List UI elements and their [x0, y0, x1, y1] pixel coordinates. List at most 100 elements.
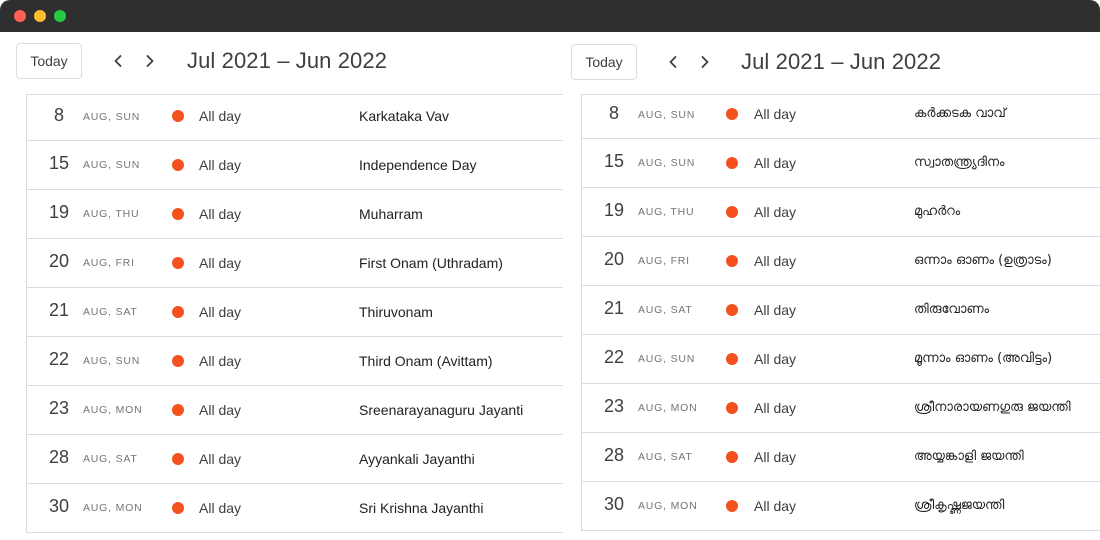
event-color-dot: [172, 404, 184, 416]
event-day-number[interactable]: 20: [596, 249, 632, 270]
event-row[interactable]: 28 AUG, SAT All day അയ്യങ്കാളി ജയന്തി: [582, 433, 1100, 482]
previous-period-button[interactable]: [661, 50, 685, 74]
chevron-left-icon: [669, 56, 677, 68]
event-month-weekday: AUG, FRI: [83, 257, 135, 269]
event-row[interactable]: 20 AUG, FRI All day First Onam (Uthradam): [27, 239, 563, 288]
event-row[interactable]: 22 AUG, SUN All day മൂന്നാം ഓണം (അവിട്ടം): [582, 335, 1100, 384]
event-row[interactable]: 23 AUG, MON All day ശ്രീനാരായണഗുരു ജയന്തി: [582, 384, 1100, 433]
chevron-left-icon: [114, 55, 122, 67]
event-row[interactable]: 15 AUG, SUN All day സ്വാതന്ത്ര്യദിനം: [582, 139, 1100, 188]
event-title[interactable]: ശ്രീനാരായണഗുരു ജയന്തി: [914, 400, 1071, 415]
event-color-dot: [726, 108, 738, 120]
event-time: All day: [199, 353, 242, 369]
event-row[interactable]: 30 AUG, MON All day Sri Krishna Jayanthi: [27, 484, 563, 533]
event-day-number[interactable]: 22: [596, 347, 632, 368]
event-month-weekday: AUG, MON: [638, 500, 698, 512]
today-button[interactable]: Today: [16, 43, 82, 79]
event-day-number[interactable]: 30: [41, 496, 77, 517]
event-row[interactable]: 22 AUG, SUN All day Third Onam (Avittam): [27, 337, 563, 386]
event-row[interactable]: 30 AUG, MON All day ശ്രീകൃഷ്ണജയന്തി: [582, 482, 1100, 531]
event-day-number[interactable]: 20: [41, 251, 77, 272]
event-day-number[interactable]: 28: [596, 445, 632, 466]
event-time: All day: [199, 157, 242, 173]
event-day-number[interactable]: 30: [596, 494, 632, 515]
event-month-weekday: AUG, SUN: [83, 159, 141, 171]
event-row[interactable]: 20 AUG, FRI All day ഒന്നാം ഓണം (ഉത്രാടം): [582, 237, 1100, 286]
next-period-button[interactable]: [693, 50, 717, 74]
event-day-number[interactable]: 23: [41, 398, 77, 419]
event-row[interactable]: 19 AUG, THU All day Muharram: [27, 190, 563, 239]
event-title[interactable]: Third Onam (Avittam): [359, 353, 493, 369]
event-day-number[interactable]: 21: [41, 300, 77, 321]
event-title[interactable]: മൂന്നാം ഓണം (അവിട്ടം): [914, 351, 1052, 366]
event-month-weekday: AUG, SUN: [638, 157, 696, 169]
event-title[interactable]: കർക്കടക വാവ്: [914, 106, 1006, 121]
event-month-weekday: AUG, THU: [638, 206, 695, 218]
event-time: All day: [199, 108, 242, 124]
next-period-button[interactable]: [138, 49, 162, 73]
event-row[interactable]: 8 AUG, SUN All day Karkataka Vav: [27, 95, 563, 141]
event-title[interactable]: മുഹർറം: [914, 204, 960, 219]
event-month-weekday: AUG, SUN: [83, 355, 141, 367]
event-row[interactable]: 21 AUG, SAT All day തിരുവോണം: [582, 286, 1100, 335]
event-title[interactable]: അയ്യങ്കാളി ജയന്തി: [914, 449, 1024, 464]
event-month-weekday: AUG, MON: [638, 402, 698, 414]
event-title[interactable]: Sreenarayanaguru Jayanti: [359, 402, 523, 418]
event-month-weekday: AUG, FRI: [638, 255, 690, 267]
event-day-number[interactable]: 22: [41, 349, 77, 370]
event-row[interactable]: 28 AUG, SAT All day Ayyankali Jayanthi: [27, 435, 563, 484]
event-color-dot: [172, 502, 184, 514]
event-title[interactable]: Karkataka Vav: [359, 108, 449, 124]
event-day-number[interactable]: 28: [41, 447, 77, 468]
event-title[interactable]: തിരുവോണം: [914, 302, 989, 317]
event-day-number[interactable]: 19: [596, 200, 632, 221]
previous-period-button[interactable]: [106, 49, 130, 73]
event-time: All day: [754, 302, 797, 318]
event-time: All day: [199, 500, 242, 516]
close-window-button[interactable]: [14, 10, 26, 22]
event-time: All day: [754, 351, 797, 367]
event-day-number[interactable]: 23: [596, 396, 632, 417]
event-color-dot: [726, 206, 738, 218]
event-row[interactable]: 23 AUG, MON All day Sreenarayanaguru Jayant…: [27, 386, 563, 435]
event-time: All day: [199, 255, 242, 271]
event-title[interactable]: സ്വാതന്ത്ര്യദിനം: [914, 155, 1004, 170]
today-button[interactable]: Today: [571, 44, 637, 80]
event-month-weekday: AUG, SUN: [83, 111, 141, 123]
event-month-weekday: AUG, MON: [83, 404, 143, 416]
event-color-dot: [726, 255, 738, 267]
event-color-dot: [726, 402, 738, 414]
event-title[interactable]: ശ്രീകൃഷ്ണജയന്തി: [914, 498, 1004, 513]
event-day-number[interactable]: 8: [41, 105, 77, 126]
date-range-title: Jul 2021 – Jun 2022: [741, 49, 942, 74]
zoom-window-button[interactable]: [54, 10, 66, 22]
event-title[interactable]: Ayyankali Jayanthi: [359, 451, 475, 467]
event-title[interactable]: Independence Day: [359, 157, 477, 173]
event-row[interactable]: 8 AUG, SUN All day കർക്കടക വാവ്: [582, 95, 1100, 139]
event-title[interactable]: ഒന്നാം ഓണം (ഉത്രാടം): [914, 253, 1052, 268]
event-row[interactable]: 19 AUG, THU All day മുഹർറം: [582, 188, 1100, 237]
event-time: All day: [199, 451, 242, 467]
calendar-pane-malayalam: Today Jul 2021 – Jun 2022 8 AUG, SUN All d…: [570, 32, 1100, 540]
event-row[interactable]: 21 AUG, SAT All day Thiruvonam: [27, 288, 563, 337]
event-day-number[interactable]: 15: [41, 153, 77, 174]
event-title[interactable]: Sri Krishna Jayanthi: [359, 500, 484, 516]
date-range-title: Jul 2021 – Jun 2022: [187, 48, 388, 73]
event-color-dot: [172, 110, 184, 122]
event-title[interactable]: First Onam (Uthradam): [359, 255, 503, 271]
event-row[interactable]: 15 AUG, SUN All day Independence Day: [27, 141, 563, 190]
minimize-window-button[interactable]: [34, 10, 46, 22]
event-day-number[interactable]: 8: [596, 103, 632, 124]
event-color-dot: [726, 500, 738, 512]
event-day-number[interactable]: 21: [596, 298, 632, 319]
event-title[interactable]: Muharram: [359, 206, 423, 222]
event-time: All day: [199, 402, 242, 418]
event-color-dot: [726, 353, 738, 365]
event-time: All day: [754, 253, 797, 269]
event-month-weekday: AUG, MON: [83, 502, 143, 514]
event-color-dot: [726, 157, 738, 169]
event-day-number[interactable]: 15: [596, 151, 632, 172]
event-title[interactable]: Thiruvonam: [359, 304, 433, 320]
event-day-number[interactable]: 19: [41, 202, 77, 223]
event-color-dot: [726, 304, 738, 316]
